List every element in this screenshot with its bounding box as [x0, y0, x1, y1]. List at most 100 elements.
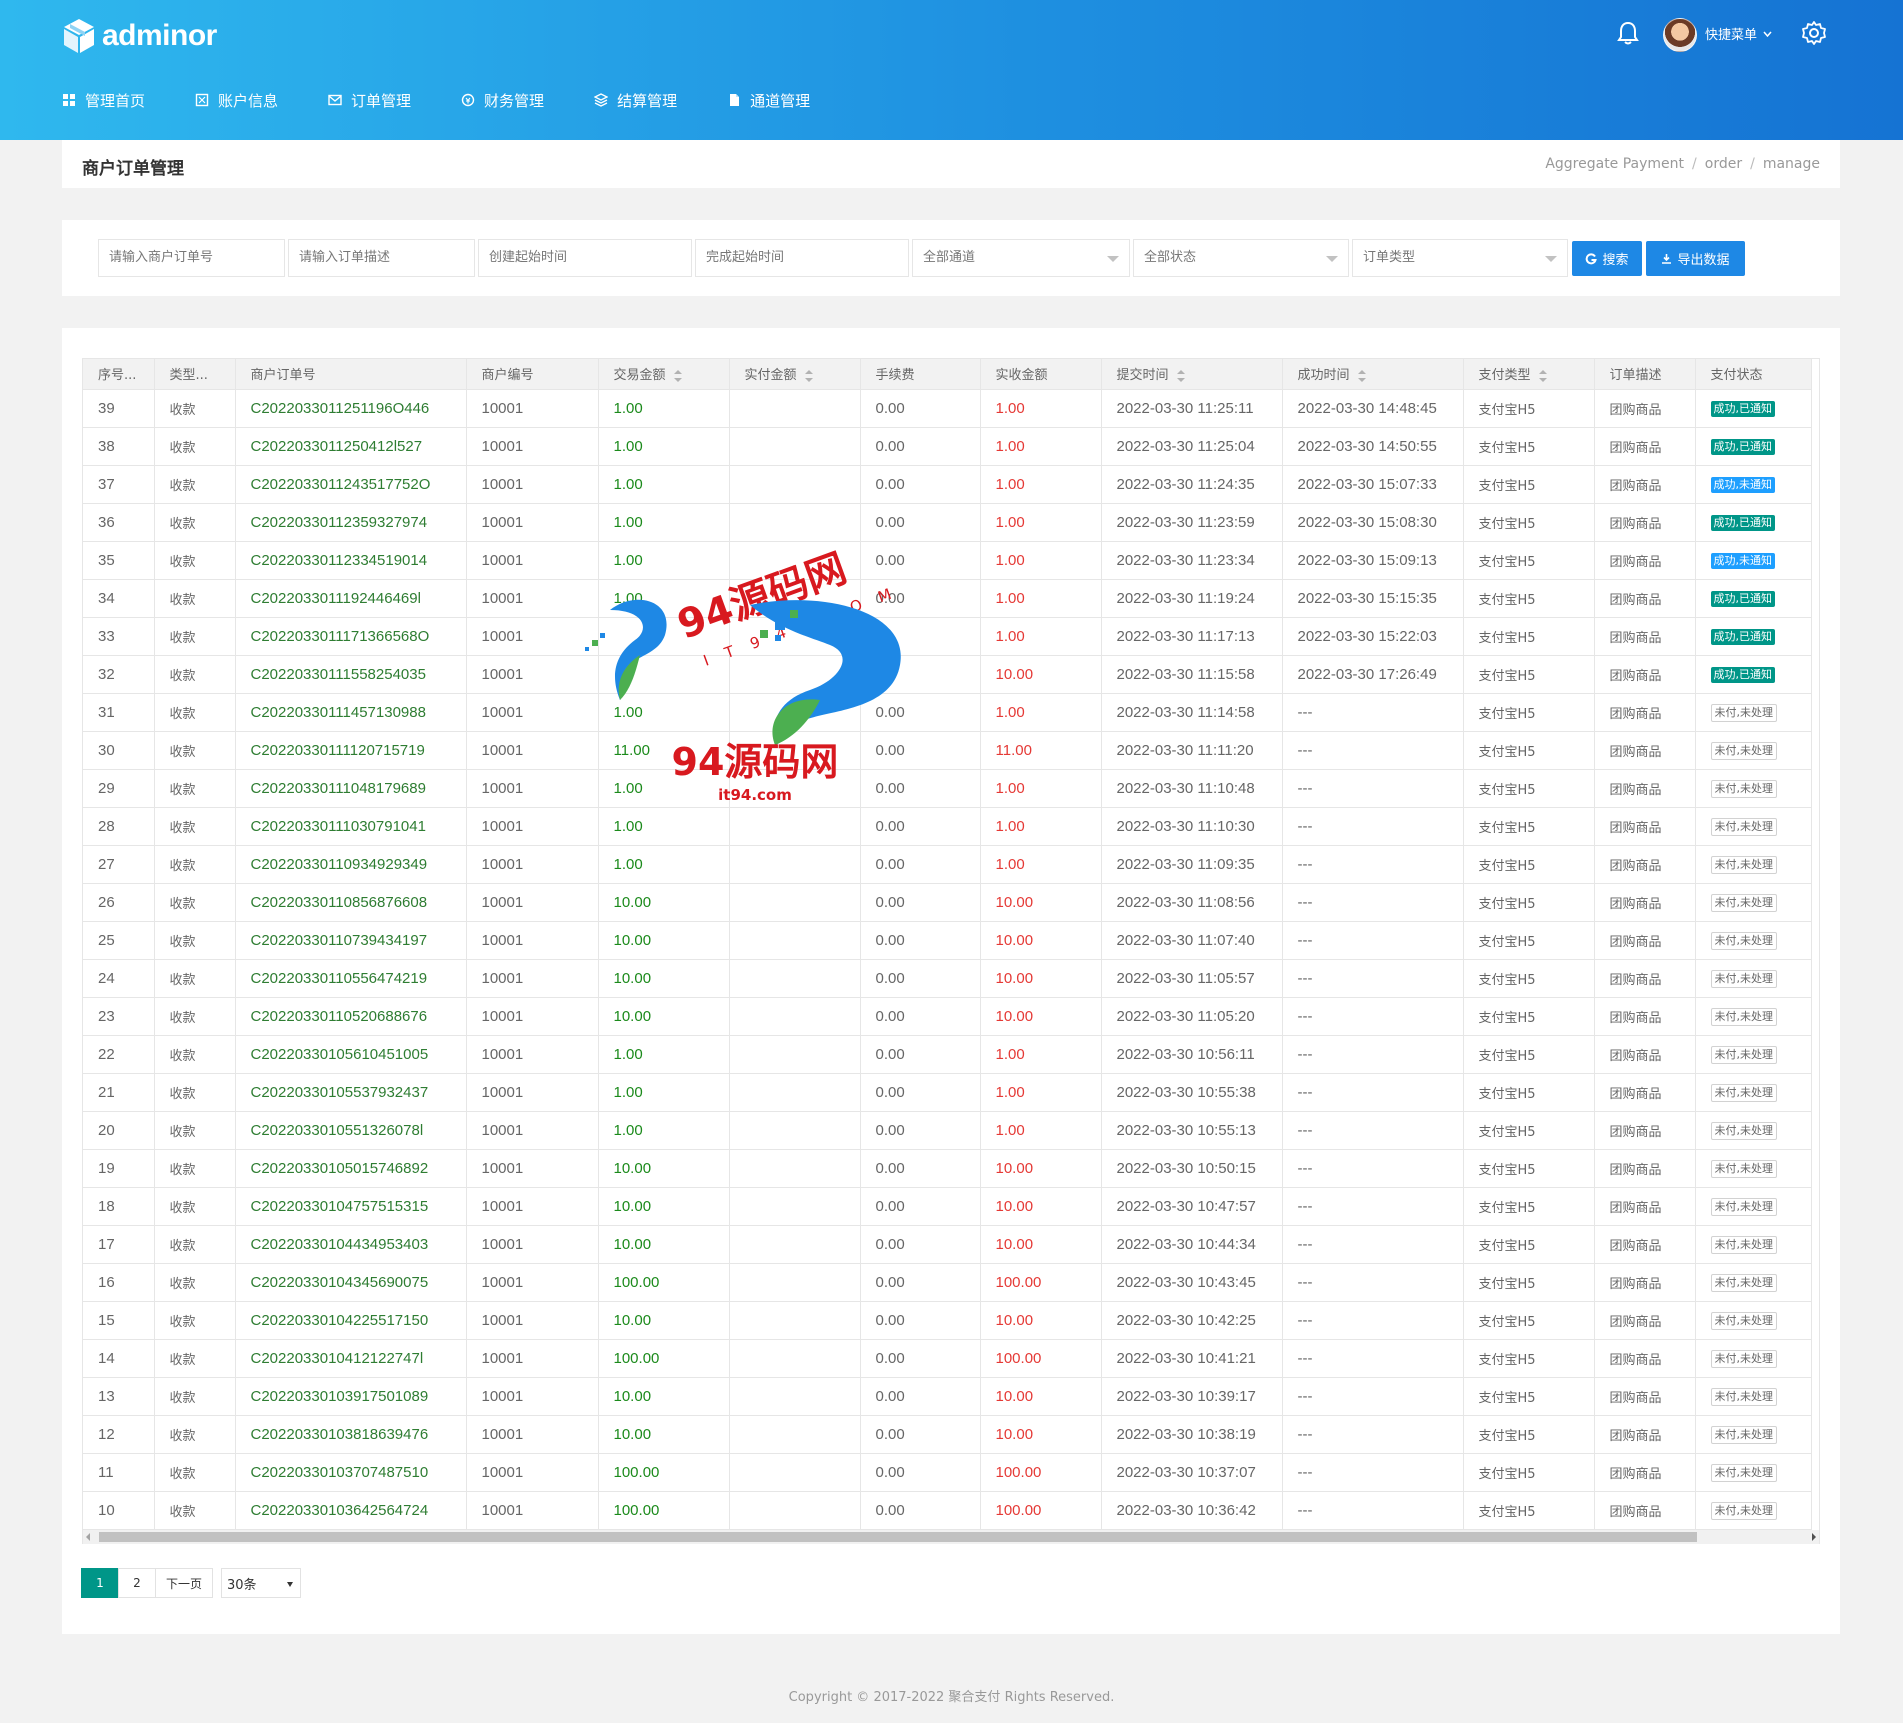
table-row[interactable]: 33 收款 C2022033011171366568O 10001 1.00 2022-0… — [83, 617, 1812, 656]
sort-icon[interactable] — [673, 369, 682, 382]
cell-order-number[interactable]: C2022033011055647421​9 — [235, 959, 467, 998]
page-size-select[interactable]: 30条 — [221, 1568, 302, 1598]
cell-order-number[interactable]: C2022033010551326078l — [235, 1111, 467, 1150]
breadcrumb-item[interactable]: manage — [1763, 156, 1820, 172]
export-button[interactable]: 导出数据 — [1646, 241, 1745, 276]
cell-order-number[interactable]: C2022033010501574689​2 — [235, 1149, 467, 1188]
table-row[interactable]: 30 收款 C2022033011112071571​9 10001 11.00 0.00… — [83, 731, 1812, 770]
col-header-amount[interactable]: 交易金额 — [598, 359, 730, 390]
cell-order-number[interactable]: C2022033011235932797​4 — [235, 503, 467, 542]
page-button-1[interactable]: 1 — [81, 1568, 119, 1598]
breadcrumb-item[interactable]: order — [1705, 156, 1742, 172]
cell-order-number[interactable]: C2022033011073943419​7 — [235, 921, 467, 960]
finish-start-time-input[interactable]: 完成起始时间 — [695, 239, 909, 277]
table-row[interactable]: 26 收款 C2022033011085687660​8 10001 10.00 0.00… — [83, 883, 1812, 922]
sort-icon[interactable] — [1176, 369, 1185, 382]
cell-order-number[interactable]: C2022033011155825403​5 — [235, 655, 467, 694]
table-row[interactable]: 18 收款 C2022033010475751531​5 10001 10.00 0.00… — [83, 1187, 1812, 1226]
scroll-right-arrow-icon[interactable] — [1812, 1533, 1816, 1541]
quick-menu-dropdown[interactable]: 快捷菜单 — [1705, 24, 1772, 43]
cell-order-number[interactable]: C2022033010475751531​5 — [235, 1187, 467, 1226]
table-row[interactable]: 11 收款 C2022033010370748751​0 10001 100.00 0.0… — [83, 1453, 1812, 1492]
table-row[interactable]: 17 收款 C2022033010443495340​3 10001 10.00 0.00… — [83, 1225, 1812, 1264]
col-header-success-time[interactable]: 成功时间 — [1282, 359, 1464, 390]
nav-item-finance[interactable]: 财务管理 — [461, 86, 544, 114]
table-row[interactable]: 21 收款 C2022033010553793243​7 10001 1.00 0.00 1… — [83, 1073, 1812, 1112]
channel-select[interactable]: 全部通道 — [912, 239, 1130, 277]
cell-order-number[interactable]: C2022033011233451901​4 — [235, 541, 467, 580]
cell-order-number[interactable]: C2022033011251196O446 — [235, 389, 467, 428]
table-row[interactable]: 28 收款 C2022033011103079104​1 10001 1.00 0.00 1… — [83, 807, 1812, 846]
search-button[interactable]: 搜索 — [1572, 241, 1642, 276]
page-button-2[interactable]: 2 — [118, 1568, 156, 1598]
cell-order-number[interactable]: C2022033011171366568O — [235, 617, 467, 656]
col-header-submit-time[interactable]: 提交时间 — [1101, 359, 1283, 390]
cell-order-number[interactable]: C2022033010422551715​0 — [235, 1301, 467, 1340]
cell-order-number[interactable]: C2022033010434569007​5 — [235, 1263, 467, 1302]
avatar[interactable] — [1663, 18, 1697, 52]
create-start-time-input[interactable]: 创建起始时间 — [478, 239, 692, 277]
nav-item-account[interactable]: 账户信息 — [195, 86, 278, 114]
table-row[interactable]: 27 收款 C2022033011093492934​9 10001 1.00 0.00 1… — [83, 845, 1812, 884]
col-header-paid[interactable]: 实付金额 — [729, 359, 861, 390]
table-row[interactable]: 39 收款 C2022033011251196O446 10001 1.00 0.00 1.… — [83, 389, 1812, 428]
table-row[interactable]: 16 收款 C2022033010434569007​5 10001 100.00 0.0… — [83, 1263, 1812, 1302]
table-row[interactable]: 19 收款 C2022033010501574689​2 10001 10.00 0.00… — [83, 1149, 1812, 1188]
cell-order-number[interactable]: C2022033011112071571​9 — [235, 731, 467, 770]
bell-icon[interactable] — [1616, 20, 1640, 46]
table-row[interactable]: 24 收款 C2022033011055647421​9 10001 10.00 0.00… — [83, 959, 1812, 998]
cell-order-number[interactable]: C2022033010381863947​6 — [235, 1415, 467, 1454]
cell-order-number[interactable]: C2022033010391750108​9 — [235, 1377, 467, 1416]
sort-icon[interactable] — [804, 369, 813, 382]
table-row[interactable]: 20 收款 C2022033010551326078l 10001 1.00 0.00 1.… — [83, 1111, 1812, 1150]
table-row[interactable]: 35 收款 C2022033011233451901​4 10001 1.00 0.00 1… — [83, 541, 1812, 580]
sort-icon[interactable] — [1357, 369, 1366, 382]
order-description-input[interactable]: 请输入订单描述 — [288, 239, 475, 277]
table-row[interactable]: 14 收款 C2022033010412122747l 10001 100.00 0.00… — [83, 1339, 1812, 1378]
table-row[interactable]: 13 收款 C2022033010391750108​9 10001 10.00 0.00… — [83, 1377, 1812, 1416]
cell-order-number[interactable]: C2022033011093492934​9 — [235, 845, 467, 884]
cell-order-number[interactable]: C2022033010364256472​4 — [235, 1491, 467, 1530]
table-row[interactable]: 22 收款 C2022033010561045100​5 10001 1.00 0.00 1… — [83, 1035, 1812, 1074]
col-header-index[interactable]: 序号... — [83, 359, 155, 390]
table-row[interactable]: 37 收款 C2022033011243517752O 10001 1.00 0.00 1.… — [83, 465, 1812, 504]
col-header-type[interactable]: 类型... — [154, 359, 236, 390]
sort-icon[interactable] — [1538, 369, 1547, 382]
cell-order-number[interactable]: C2022033011243517752O — [235, 465, 467, 504]
col-header-pay-type[interactable]: 支付类型 — [1463, 359, 1595, 390]
cell-order-number[interactable]: C2022033010443495340​3 — [235, 1225, 467, 1264]
nav-item-orders[interactable]: 订单管理 — [328, 86, 411, 114]
cell-order-number[interactable]: C2022033011145713098​8 — [235, 693, 467, 732]
table-row[interactable]: 34 收款 C2022033011192446469l 10001 1.00 0.00 1.… — [83, 579, 1812, 618]
horizontal-scrollbar[interactable] — [82, 1530, 1820, 1544]
cell-order-number[interactable]: C2022033011104817968​9 — [235, 769, 467, 808]
cell-order-number[interactable]: C2022033010412122747l — [235, 1339, 467, 1378]
nav-item-settlement[interactable]: 结算管理 — [594, 86, 677, 114]
cell-order-number[interactable]: C2022033011085687660​8 — [235, 883, 467, 922]
status-select[interactable]: 全部状态 — [1133, 239, 1349, 277]
order-number-input[interactable]: 请输入商户订单号 — [98, 239, 285, 277]
cell-order-number[interactable]: C2022033011103079104​1 — [235, 807, 467, 846]
cell-order-number[interactable]: C2022033011250412l527 — [235, 427, 467, 466]
logo[interactable]: adminor — [62, 16, 217, 56]
table-row[interactable]: 36 收款 C2022033011235932797​4 10001 1.00 0.00 1… — [83, 503, 1812, 542]
table-row[interactable]: 12 收款 C2022033010381863947​6 10001 10.00 0.00… — [83, 1415, 1812, 1454]
table-row[interactable]: 29 收款 C2022033011104817968​9 10001 1.00 0.00 1… — [83, 769, 1812, 808]
cell-order-number[interactable]: C2022033011192446469l — [235, 579, 467, 618]
cell-order-number[interactable]: C2022033010370748751​0 — [235, 1453, 467, 1492]
table-row[interactable]: 31 收款 C2022033011145713098​8 10001 1.00 0.00 1… — [83, 693, 1812, 732]
next-page-button[interactable]: 下一页 — [155, 1568, 214, 1598]
orders-table-container[interactable]: 序号... 类型... 商户订单号 商户编号 交易金额 实付金额 手续费 实收金… — [82, 358, 1820, 1544]
table-row[interactable]: 23 收款 C2022033011052068867​6 10001 10.00 0.00… — [83, 997, 1812, 1036]
table-row[interactable]: 25 收款 C2022033011073943419​7 10001 10.00 0.00… — [83, 921, 1812, 960]
cell-order-number[interactable]: C2022033011052068867​6 — [235, 997, 467, 1036]
table-row[interactable]: 15 收款 C2022033010422551715​0 10001 10.00 0.00… — [83, 1301, 1812, 1340]
nav-item-channel[interactable]: 通道管理 — [727, 86, 810, 114]
breadcrumb-item[interactable]: Aggregate Payment — [1545, 156, 1684, 172]
table-row[interactable]: 38 收款 C2022033011250412l527 10001 1.00 0.00 1.… — [83, 427, 1812, 466]
table-row[interactable]: 32 收款 C2022033011155825403​5 10001 10.00 2022… — [83, 655, 1812, 694]
table-row[interactable]: 10 收款 C2022033010364256472​4 10001 100.00 0.0… — [83, 1491, 1812, 1530]
cell-order-number[interactable]: C2022033010553793243​7 — [235, 1073, 467, 1112]
scrollbar-thumb[interactable] — [99, 1532, 1697, 1542]
scroll-left-arrow-icon[interactable] — [86, 1533, 90, 1541]
